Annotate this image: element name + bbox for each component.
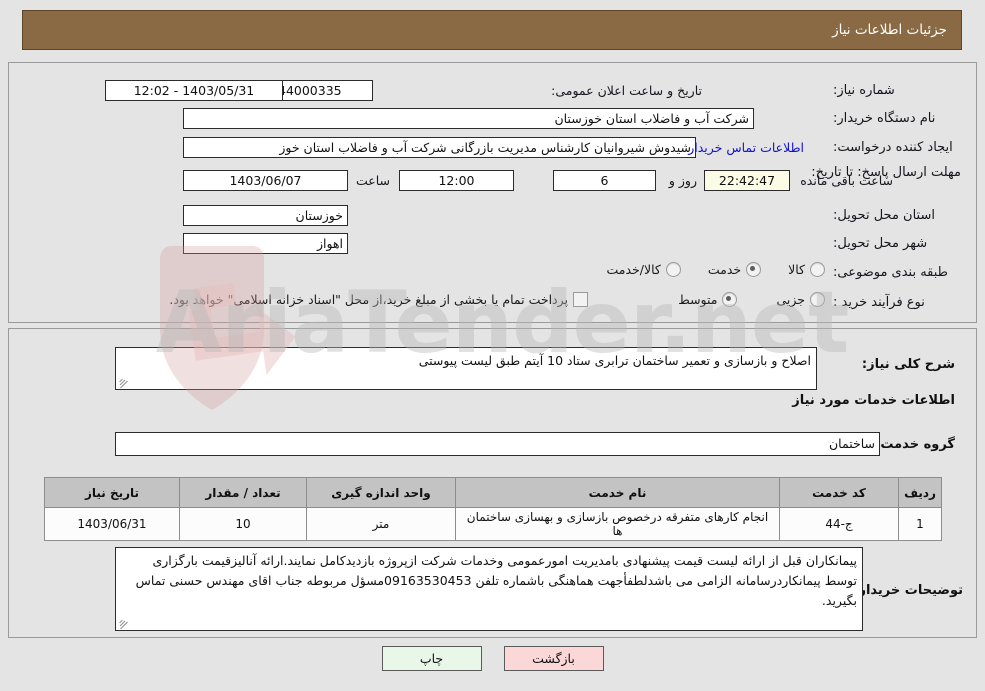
- col-unit: واحد اندازه گیری: [306, 477, 456, 508]
- service-group-label: گروه خدمت:: [875, 437, 955, 452]
- description-label: شرح کلی نیاز:: [861, 357, 955, 372]
- col-qty: تعداد / مقدار: [179, 477, 307, 508]
- cell-code: ج-44: [779, 507, 899, 541]
- deadline-label: مهلت ارسال پاسخ: تا تاریخ:: [811, 165, 961, 180]
- category-radio-kala-khedmat-label: کالا/خدمت: [606, 262, 661, 277]
- category-label: طبقه بندی موضوعی:: [833, 265, 949, 280]
- resize-grip-icon[interactable]: [118, 376, 130, 389]
- services-section-title: اطلاعات خدمات مورد نیاز: [792, 393, 955, 408]
- process-radio-jozii-label: جزیی: [776, 292, 805, 307]
- cell-qty: 10: [179, 507, 307, 541]
- col-code: کد خدمت: [779, 477, 899, 508]
- buyer-notes-value: پیمانکاران قبل از ارائه لیست قیمت پیشنها…: [135, 553, 857, 608]
- col-row: ردیف: [898, 477, 942, 508]
- col-date: تاریخ نیاز: [44, 477, 180, 508]
- process-label: نوع فرآیند خرید :: [833, 295, 925, 310]
- treasury-doc-label: پرداخت تمام یا بخشی از مبلغ خرید،از محل …: [169, 292, 568, 307]
- service-group-value: ساختمان: [115, 432, 880, 456]
- province-label: استان محل تحویل:: [833, 208, 935, 223]
- cell-date: 1403/06/31: [44, 507, 180, 541]
- cell-unit: متر: [306, 507, 456, 541]
- cell-row: 1: [898, 507, 942, 541]
- category-radio-group: کالا خدمت کالا/خدمت: [601, 262, 825, 277]
- category-radio-kala[interactable]: [810, 262, 825, 277]
- city-label: شهر محل تحویل:: [833, 236, 928, 251]
- process-radio-group: جزیی متوسط: [673, 292, 825, 307]
- description-value: اصلاح و بازسازی و تعمیر ساختمان ترابری س…: [418, 353, 811, 368]
- resize-grip-icon-notes[interactable]: [118, 617, 130, 630]
- back-button[interactable]: بازگشت: [503, 646, 604, 671]
- category-radio-kala-label: کالا: [788, 262, 805, 277]
- description-textarea[interactable]: اصلاح و بازسازی و تعمیر ساختمان ترابری س…: [115, 347, 817, 390]
- table-row: 1 ج-44 انجام کارهای متفرقه درخصوص بازساز…: [44, 507, 942, 541]
- cell-name: انجام کارهای متفرقه درخصوص بازسازی و بهس…: [455, 507, 780, 541]
- buyer-org-label: نام دستگاه خریدار:: [833, 111, 936, 126]
- table-header-row: ردیف کد خدمت نام خدمت واحد اندازه گیری ت…: [44, 477, 942, 508]
- process-radio-jozii[interactable]: [810, 292, 825, 307]
- requester-label: ایجاد کننده درخواست:: [833, 140, 953, 155]
- process-radio-motevaset[interactable]: [722, 292, 738, 307]
- page-header-bar: جزئیات اطلاعات نیاز: [22, 10, 962, 50]
- print-button[interactable]: چاپ: [381, 646, 482, 671]
- action-buttons: بازگشت چاپ: [0, 646, 985, 671]
- buyer-notes-label: توضیحات خریدار:: [853, 583, 963, 598]
- page-title: جزئیات اطلاعات نیاز: [832, 22, 947, 38]
- services-table: ردیف کد خدمت نام خدمت واحد اندازه گیری ت…: [44, 477, 942, 541]
- process-radio-motevaset-label: متوسط: [678, 292, 718, 307]
- category-radio-khedmat-label: خدمت: [707, 262, 742, 277]
- buyer-notes-textarea[interactable]: پیمانکاران قبل از ارائه لیست قیمت پیشنها…: [115, 547, 863, 631]
- category-radio-kala-khedmat[interactable]: [665, 262, 681, 277]
- treasury-doc-checkbox[interactable]: [573, 292, 588, 307]
- col-name: نام خدمت: [455, 477, 780, 508]
- need-info-panel: [8, 62, 977, 323]
- need-number-label: شماره نیاز:: [833, 83, 895, 98]
- treasury-doc-option: پرداخت تمام یا بخشی از مبلغ خرید،از محل …: [164, 292, 588, 307]
- category-radio-khedmat[interactable]: [746, 262, 762, 277]
